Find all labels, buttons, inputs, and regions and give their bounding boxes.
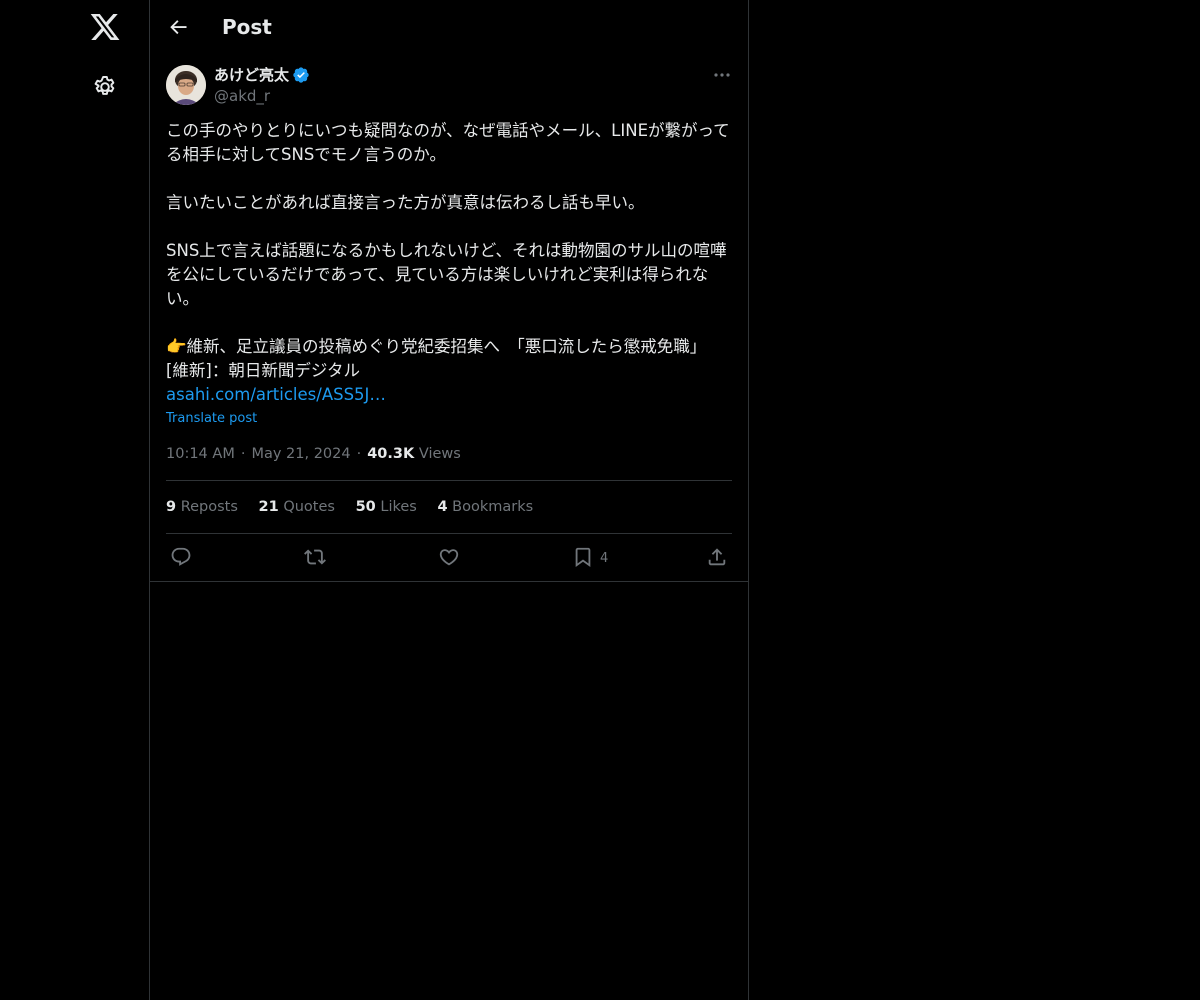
- post-time[interactable]: 10:14 AM: [166, 446, 235, 462]
- repost-icon: [304, 549, 326, 565]
- author-handle[interactable]: @akd_r: [214, 86, 270, 106]
- page-header: Post: [150, 0, 748, 54]
- reply-button[interactable]: [170, 546, 192, 570]
- post-paragraph: この手のやりとりにいつも疑問なのが、なぜ電話やメール、LINEが繋がってる相手に…: [166, 121, 730, 164]
- bookmarks-stat[interactable]: 4 Bookmarks: [437, 499, 533, 515]
- arrow-left-icon: [170, 20, 187, 35]
- verified-badge-icon: [292, 66, 310, 84]
- avatar[interactable]: [166, 65, 206, 105]
- article-link[interactable]: asahi.com/articles/ASS5J…: [166, 385, 386, 404]
- action-bar: 4: [150, 540, 748, 576]
- likes-stat[interactable]: 50 Likes: [356, 499, 417, 515]
- divider: [166, 533, 732, 534]
- engagement-stats: 9 Reposts 21 Quotes 50 Likes 4 Bookmarks: [166, 497, 549, 517]
- views-label: Views: [418, 446, 461, 462]
- reply-icon: [171, 547, 191, 566]
- back-button[interactable]: [164, 13, 192, 41]
- quotes-stat[interactable]: 21 Quotes: [259, 499, 335, 515]
- page-title: Post: [222, 15, 272, 39]
- bookmark-icon: [575, 547, 591, 568]
- post-paragraph: SNS上で言えば話題になるかもしれないけど、それは動物園のサル山の喧嘩を公にして…: [166, 241, 727, 308]
- post-body: この手のやりとりにいつも疑問なのが、なぜ電話やメール、LINEが繋がってる相手に…: [166, 119, 732, 407]
- divider: [166, 480, 732, 481]
- quoted-article-text: 👉維新、足立議員の投稿めぐり党紀委招集へ 「悪口流したら懲戒免職」 [維新]：朝…: [166, 337, 707, 380]
- bookmark-count: 4: [600, 551, 609, 566]
- author-name[interactable]: あけど亮太: [214, 65, 289, 85]
- post-date[interactable]: May 21, 2024: [251, 446, 350, 462]
- share-button[interactable]: [706, 546, 728, 570]
- more-button[interactable]: [710, 64, 734, 86]
- heart-icon: [439, 549, 459, 566]
- left-sidebar: [0, 0, 149, 1000]
- share-icon: [708, 548, 726, 566]
- bookmark-button[interactable]: 4: [572, 546, 608, 570]
- repost-button[interactable]: [304, 546, 326, 570]
- x-logo-icon[interactable]: [89, 11, 121, 43]
- reposts-stat[interactable]: 9 Reposts: [166, 499, 238, 515]
- gear-icon[interactable]: [92, 74, 118, 100]
- translate-post-link[interactable]: Translate post: [166, 410, 257, 428]
- post-column: Post あけど亮太 @akd_r この手のやりとりにいつも疑問なのが、なぜ電話…: [149, 0, 749, 1000]
- views-count: 40.3K: [367, 446, 415, 462]
- post-meta: 10:14 AM · May 21, 2024 · 40.3K Views: [166, 446, 461, 462]
- divider: [150, 581, 748, 582]
- more-horizontal-icon: [714, 73, 730, 77]
- like-button[interactable]: [438, 546, 460, 570]
- post-paragraph: 言いたいことがあれば直接言った方が真意は伝わるし話も早い。: [166, 193, 645, 212]
